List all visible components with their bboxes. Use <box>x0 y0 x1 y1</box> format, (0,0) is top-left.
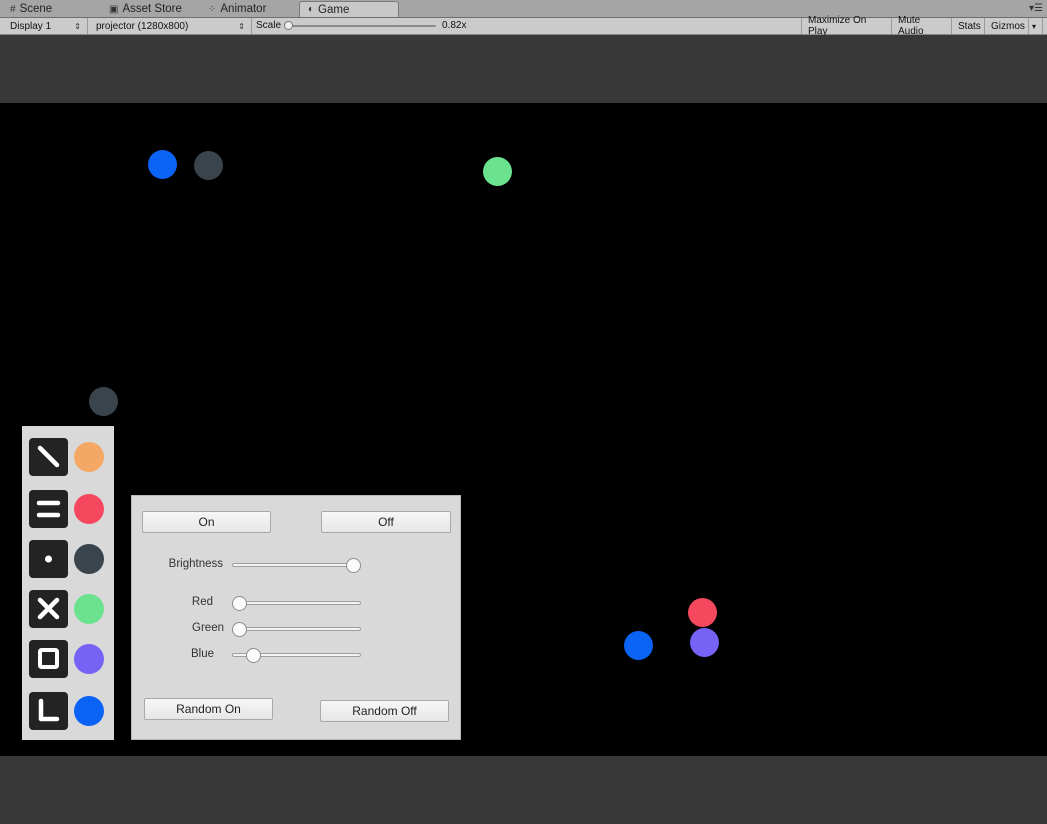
random-on-button[interactable]: Random On <box>144 698 273 720</box>
scene-dot <box>194 151 223 180</box>
resolution-dropdown[interactable]: projector (1280x800) ⇕ <box>90 18 252 34</box>
green-slider-knob[interactable] <box>232 622 247 637</box>
scene-dot <box>624 631 653 660</box>
cross-tool-icon[interactable] <box>29 590 68 628</box>
color-swatch-slate[interactable] <box>74 544 104 574</box>
red-slider-track[interactable] <box>232 601 361 605</box>
green-label: Green <box>192 622 224 634</box>
mute-label: Mute Audio <box>898 15 924 37</box>
mute-audio-toggle[interactable]: Mute Audio <box>892 15 952 37</box>
corner-tool-icon[interactable] <box>29 692 68 730</box>
scene-dot <box>483 157 512 186</box>
scale-value: 0.82x <box>442 20 467 31</box>
tab-scene-label: Scene <box>19 3 53 15</box>
blue-slider-knob[interactable] <box>245 648 261 663</box>
dropdown-arrow-icon: ⇕ <box>74 21 81 31</box>
tab-animator[interactable]: ⁘ Animator <box>200 1 274 17</box>
scale-label: Scale <box>256 20 282 31</box>
blue-label: Blue <box>190 648 214 660</box>
brightness-label: Brightness <box>168 558 223 570</box>
gizmos-label: Gizmos <box>991 20 1025 32</box>
grid-icon: # <box>10 3 16 15</box>
chevron-down-icon: ▾ <box>1032 21 1037 31</box>
color-swatch-purple[interactable] <box>74 644 104 674</box>
dropdown-arrow-icon: ⇕ <box>238 21 245 31</box>
display-dropdown[interactable]: Display 1 ⇕ <box>4 18 88 34</box>
tab-animator-label: Animator <box>220 3 267 15</box>
square-tool-icon[interactable] <box>29 640 68 678</box>
scene-dot <box>688 598 717 627</box>
letterbox-top <box>0 35 1047 103</box>
game-icon: ◐ <box>308 4 315 15</box>
tab-scene[interactable]: # Scene <box>2 1 60 17</box>
brightness-slider-track[interactable] <box>232 563 361 567</box>
maximize-on-play-toggle[interactable]: Maximize On Play <box>801 15 892 37</box>
tab-menu-icon[interactable]: ▾☰ <box>1029 3 1043 14</box>
maximize-label: Maximize On Play <box>808 15 867 37</box>
scale-slider-knob[interactable] <box>284 21 293 30</box>
tab-asset-store-label: Asset Store <box>122 3 182 15</box>
stats-label: Stats <box>958 20 981 32</box>
point-tool-icon[interactable] <box>29 540 68 578</box>
line-tool-icon[interactable] <box>29 438 68 476</box>
gizmos-dropdown[interactable]: ▾ <box>1029 18 1043 34</box>
letterbox-bottom <box>0 756 1047 824</box>
editor-tab-bar: # Scene ▣ Asset Store ⁘ Animator ◐ Game … <box>0 0 1047 18</box>
game-toolbar: Display 1 ⇕ projector (1280x800) ⇕ Scale… <box>0 15 1047 37</box>
double-line-tool-icon[interactable] <box>29 490 68 528</box>
color-swatch-green[interactable] <box>74 594 104 624</box>
stats-toggle[interactable]: Stats <box>952 18 985 34</box>
display-value: Display 1 <box>10 20 52 32</box>
red-label: Red <box>191 596 213 608</box>
red-slider-knob[interactable] <box>232 596 247 611</box>
tool-palette <box>22 426 114 740</box>
scene-dot <box>148 150 177 179</box>
light-control-panel: On Off Brightness Red Green Blue Random … <box>131 495 461 740</box>
color-swatch-red[interactable] <box>74 494 104 524</box>
store-icon: ▣ <box>109 3 119 15</box>
on-button[interactable]: On <box>142 511 271 533</box>
animator-icon: ⁘ <box>208 3 217 15</box>
tab-asset-store[interactable]: ▣ Asset Store <box>101 1 190 17</box>
color-swatch-orange[interactable] <box>74 442 104 472</box>
tab-game-label: Game <box>318 3 350 16</box>
tab-game[interactable]: ◐ Game <box>299 1 399 17</box>
brightness-slider-knob[interactable] <box>346 558 361 573</box>
scene-dot <box>690 628 719 657</box>
green-slider-track[interactable] <box>232 627 361 631</box>
scale-slider-track[interactable] <box>288 25 436 27</box>
color-swatch-blue[interactable] <box>74 696 104 726</box>
resolution-value: projector (1280x800) <box>96 20 189 32</box>
off-button[interactable]: Off <box>321 511 451 533</box>
random-off-button[interactable]: Random Off <box>320 700 449 722</box>
scene-dot <box>89 387 118 416</box>
gizmos-toggle[interactable]: Gizmos <box>985 18 1029 34</box>
